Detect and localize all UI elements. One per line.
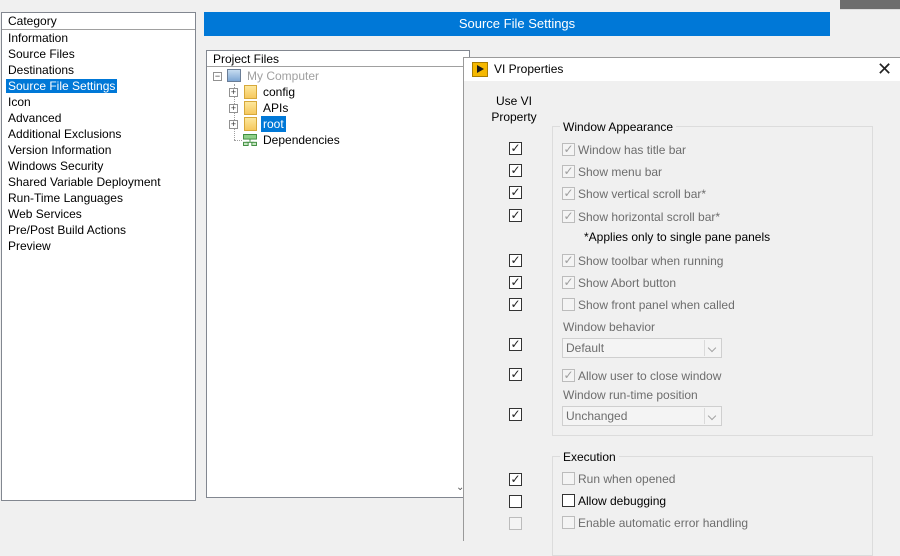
- option-checkbox-abort-button[interactable]: ✓: [562, 276, 575, 289]
- use-vi-checkbox-error-handling[interactable]: [509, 517, 522, 530]
- option-label-allow-debugging: Allow debugging: [578, 494, 667, 508]
- close-icon[interactable]: ✕: [868, 58, 900, 81]
- use-vi-checkbox-title-bar[interactable]: ✓: [509, 142, 522, 155]
- option-checkbox-horizontal-scroll[interactable]: ✓: [562, 210, 575, 223]
- use-vi-checkbox-allow-close[interactable]: ✓: [509, 368, 522, 381]
- category-item-destinations[interactable]: Destinations: [2, 62, 195, 78]
- option-checkbox-menu-bar[interactable]: ✓: [562, 165, 575, 178]
- category-item-run-time-languages[interactable]: Run-Time Languages: [2, 190, 195, 206]
- tree-item-root[interactable]: + root: [229, 116, 449, 132]
- category-item-source-file-settings[interactable]: Source File Settings: [2, 78, 195, 94]
- vi-properties-dialog: VI Properties ✕ Use VI Property Window A…: [463, 57, 900, 556]
- window-behavior-label: Window behavior: [563, 320, 656, 334]
- category-header: Category: [2, 13, 195, 30]
- tree-item-apis[interactable]: + APIs: [229, 100, 449, 116]
- use-vi-checkbox-abort-button[interactable]: ✓: [509, 276, 522, 289]
- option-checkbox-title-bar[interactable]: ✓: [562, 143, 575, 156]
- option-checkbox-front-panel[interactable]: [562, 298, 575, 311]
- option-checkbox-vertical-scroll[interactable]: ✓: [562, 187, 575, 200]
- option-checkbox-allow-debugging[interactable]: [562, 494, 575, 507]
- use-vi-checkbox-menu-bar[interactable]: ✓: [509, 164, 522, 177]
- option-label-allow-close: Allow user to close window: [578, 369, 722, 383]
- category-item-shared-variable-deployment[interactable]: Shared Variable Deployment: [2, 174, 195, 190]
- tree-item-label: Dependencies: [263, 133, 340, 147]
- option-label-horizontal-scroll: Show horizontal scroll bar*: [578, 210, 721, 224]
- background-window-edge: [840, 0, 900, 9]
- project-files-tree: Project Files − My Computer + config + A…: [206, 50, 470, 498]
- expand-icon[interactable]: +: [229, 120, 238, 129]
- tree-item-label: APIs: [263, 101, 289, 115]
- project-files-header: Project Files: [207, 51, 469, 67]
- category-item-web-services[interactable]: Web Services: [2, 206, 195, 222]
- dependencies-icon: [243, 134, 257, 146]
- window-runtime-position-label: Window run-time position: [563, 388, 698, 402]
- folder-icon: [244, 117, 257, 131]
- option-label-vertical-scroll: Show vertical scroll bar*: [578, 187, 707, 201]
- chevron-down-icon[interactable]: [704, 408, 720, 424]
- use-vi-checkbox-window-behavior[interactable]: ✓: [509, 338, 522, 351]
- category-item-preview[interactable]: Preview: [2, 238, 195, 254]
- tree-item-label: My Computer: [247, 69, 320, 83]
- computer-icon: [227, 69, 241, 82]
- tree-item-label: config: [263, 85, 296, 99]
- category-item-pre-post-build-actions[interactable]: Pre/Post Build Actions: [2, 222, 195, 238]
- chevron-down-icon[interactable]: [704, 340, 720, 356]
- execution-title: Execution: [560, 450, 619, 464]
- dialog-title: VI Properties: [494, 62, 564, 76]
- tree-item-dependencies[interactable]: Dependencies: [229, 132, 449, 148]
- labview-app-icon: [472, 62, 488, 77]
- option-label-title-bar: Window has title bar: [578, 143, 687, 157]
- use-vi-checkbox-horizontal-scroll[interactable]: ✓: [509, 209, 522, 222]
- page-title-banner: Source File Settings: [204, 12, 830, 36]
- option-label-error-handling: Enable automatic error handling: [578, 516, 749, 530]
- expand-icon[interactable]: +: [229, 88, 238, 97]
- window-runtime-position-select[interactable]: Unchanged: [562, 406, 722, 426]
- use-vi-property-header: Use VI Property: [491, 94, 537, 124]
- scroll-bar-note: *Applies only to single pane panels: [584, 230, 771, 244]
- category-item-version-information[interactable]: Version Information: [2, 142, 195, 158]
- collapse-icon[interactable]: −: [213, 72, 222, 81]
- use-vi-checkbox-run-when-opened[interactable]: ✓: [509, 473, 522, 486]
- option-checkbox-toolbar[interactable]: ✓: [562, 254, 575, 267]
- category-item-windows-security[interactable]: Windows Security: [2, 158, 195, 174]
- option-label-toolbar: Show toolbar when running: [578, 254, 724, 268]
- category-item-icon[interactable]: Icon: [2, 94, 195, 110]
- option-checkbox-run-when-opened[interactable]: [562, 472, 575, 485]
- folder-icon: [244, 101, 257, 115]
- dialog-titlebar[interactable]: VI Properties ✕: [464, 58, 900, 81]
- category-item-source-files[interactable]: Source Files: [2, 46, 195, 62]
- tree-item-my-computer[interactable]: − My Computer: [213, 68, 453, 84]
- option-checkbox-allow-close[interactable]: ✓: [562, 369, 575, 382]
- background-window-edge-line: [840, 9, 900, 10]
- use-vi-checkbox-toolbar[interactable]: ✓: [509, 254, 522, 267]
- window-appearance-title: Window Appearance: [560, 120, 677, 134]
- tree-item-label: root: [261, 116, 286, 132]
- category-item-additional-exclusions[interactable]: Additional Exclusions: [2, 126, 195, 142]
- option-label-front-panel: Show front panel when called: [578, 298, 735, 312]
- expand-icon[interactable]: +: [229, 104, 238, 113]
- category-item-advanced[interactable]: Advanced: [2, 110, 195, 126]
- use-vi-checkbox-front-panel[interactable]: ✓: [509, 298, 522, 311]
- option-label-abort-button: Show Abort button: [578, 276, 677, 290]
- option-checkbox-error-handling[interactable]: [562, 516, 575, 529]
- option-label-menu-bar: Show menu bar: [578, 165, 663, 179]
- use-vi-checkbox-runtime-position[interactable]: ✓: [509, 408, 522, 421]
- window-runtime-position-value: Unchanged: [566, 409, 628, 423]
- use-vi-checkbox-allow-debugging[interactable]: [509, 495, 522, 508]
- window-behavior-value: Default: [566, 341, 605, 355]
- window-behavior-select[interactable]: Default: [562, 338, 722, 358]
- category-item-information[interactable]: Information: [2, 30, 195, 46]
- tree-item-config[interactable]: + config: [229, 84, 449, 100]
- category-list: Category Information Source Files Destin…: [1, 12, 196, 501]
- folder-icon: [244, 85, 257, 99]
- option-label-run-when-opened: Run when opened: [578, 472, 676, 486]
- use-vi-checkbox-vertical-scroll[interactable]: ✓: [509, 186, 522, 199]
